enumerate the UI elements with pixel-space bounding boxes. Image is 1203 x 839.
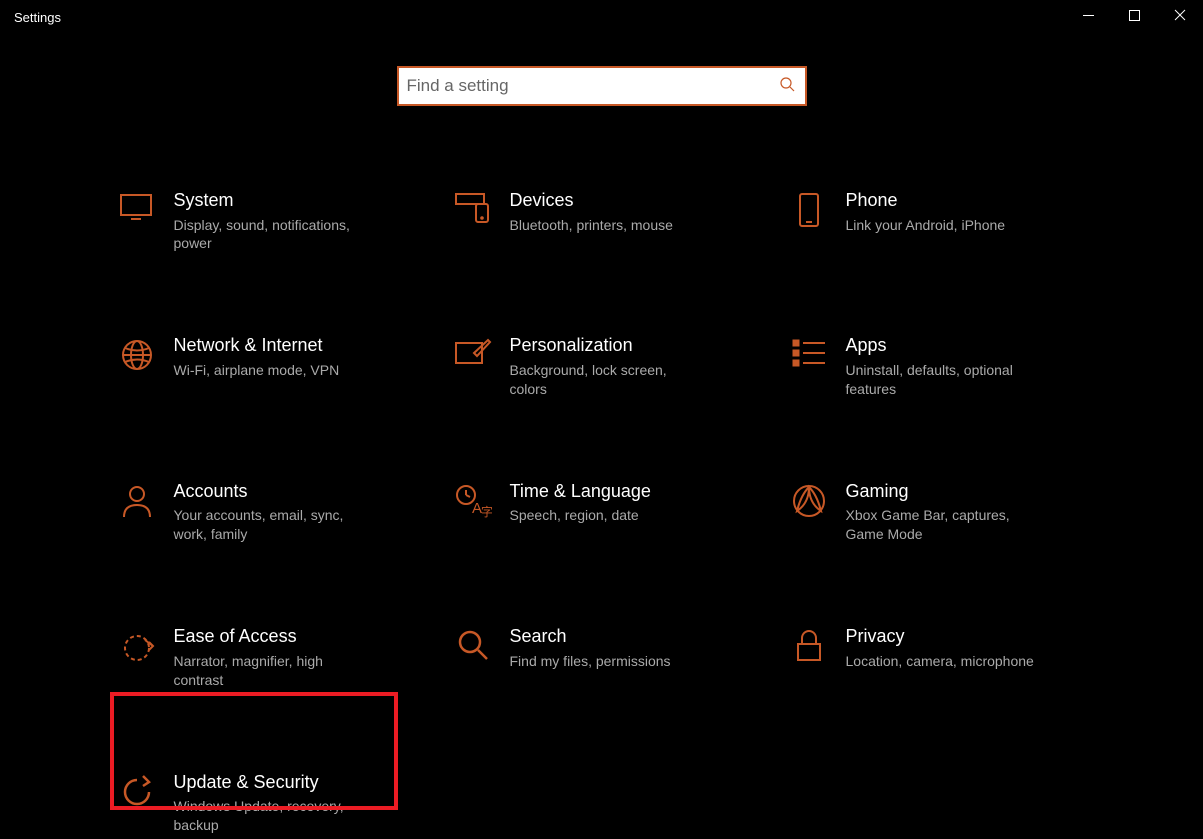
tile-title: System <box>174 190 394 212</box>
tile-apps[interactable]: Apps Uninstall, defaults, optional featu… <box>780 331 1070 402</box>
tile-desc: Narrator, magnifier, high contrast <box>174 652 364 690</box>
tile-desc: Background, lock screen, colors <box>510 361 700 399</box>
tile-phone[interactable]: Phone Link your Android, iPhone <box>780 186 1070 257</box>
devices-icon <box>452 192 494 234</box>
lock-icon <box>788 628 830 670</box>
tile-devices[interactable]: Devices Bluetooth, printers, mouse <box>444 186 734 257</box>
tile-network[interactable]: Network & Internet Wi-Fi, airplane mode,… <box>108 331 398 402</box>
search-box[interactable] <box>397 66 807 106</box>
time-language-icon: A字 <box>452 483 494 525</box>
tile-desc: Xbox Game Bar, captures, Game Mode <box>846 506 1036 544</box>
settings-grid: System Display, sound, notifications, po… <box>0 186 1203 839</box>
update-icon <box>116 774 158 816</box>
titlebar: Settings <box>0 0 1203 40</box>
tile-title: Search <box>510 626 730 648</box>
globe-icon <box>116 337 158 379</box>
tile-search[interactable]: Search Find my files, permissions <box>444 622 734 693</box>
tile-desc: Wi-Fi, airplane mode, VPN <box>174 361 364 380</box>
tile-time-language[interactable]: A字 Time & Language Speech, region, date <box>444 477 734 548</box>
tile-desc: Location, camera, microphone <box>846 652 1036 671</box>
tile-title: Accounts <box>174 481 394 503</box>
tile-title: Privacy <box>846 626 1066 648</box>
tile-title: Update & Security <box>174 772 394 794</box>
window-title: Settings <box>14 10 61 25</box>
tile-system[interactable]: System Display, sound, notifications, po… <box>108 186 398 257</box>
search-input[interactable] <box>407 76 779 96</box>
tile-desc: Your accounts, email, sync, work, family <box>174 506 364 544</box>
tile-desc: Windows Update, recovery, backup <box>174 797 364 835</box>
tile-privacy[interactable]: Privacy Location, camera, microphone <box>780 622 1070 693</box>
search-icon <box>779 76 795 97</box>
tile-desc: Find my files, permissions <box>510 652 700 671</box>
tile-desc: Speech, region, date <box>510 506 700 525</box>
system-icon <box>116 192 158 234</box>
tile-gaming[interactable]: Gaming Xbox Game Bar, captures, Game Mod… <box>780 477 1070 548</box>
tile-title: Time & Language <box>510 481 730 503</box>
accounts-icon <box>116 483 158 525</box>
tile-title: Apps <box>846 335 1066 357</box>
phone-icon <box>788 192 830 234</box>
tile-desc: Display, sound, notifications, power <box>174 216 364 254</box>
tile-accounts[interactable]: Accounts Your accounts, email, sync, wor… <box>108 477 398 548</box>
tile-title: Personalization <box>510 335 730 357</box>
close-button[interactable] <box>1157 0 1203 30</box>
tile-update-security[interactable]: Update & Security Windows Update, recove… <box>108 768 398 839</box>
tile-title: Gaming <box>846 481 1066 503</box>
tile-title: Phone <box>846 190 1066 212</box>
tile-desc: Uninstall, defaults, optional features <box>846 361 1036 399</box>
svg-text:字: 字 <box>481 504 492 519</box>
tile-title: Ease of Access <box>174 626 394 648</box>
minimize-button[interactable] <box>1065 0 1111 30</box>
apps-icon <box>788 337 830 379</box>
personalization-icon <box>452 337 494 379</box>
tile-ease-of-access[interactable]: Ease of Access Narrator, magnifier, high… <box>108 622 398 693</box>
tile-desc: Bluetooth, printers, mouse <box>510 216 700 235</box>
tile-title: Network & Internet <box>174 335 394 357</box>
tile-personalization[interactable]: Personalization Background, lock screen,… <box>444 331 734 402</box>
gaming-icon <box>788 483 830 525</box>
tile-desc: Link your Android, iPhone <box>846 216 1036 235</box>
magnifier-icon <box>452 628 494 670</box>
tile-title: Devices <box>510 190 730 212</box>
maximize-button[interactable] <box>1111 0 1157 30</box>
ease-of-access-icon <box>116 628 158 670</box>
